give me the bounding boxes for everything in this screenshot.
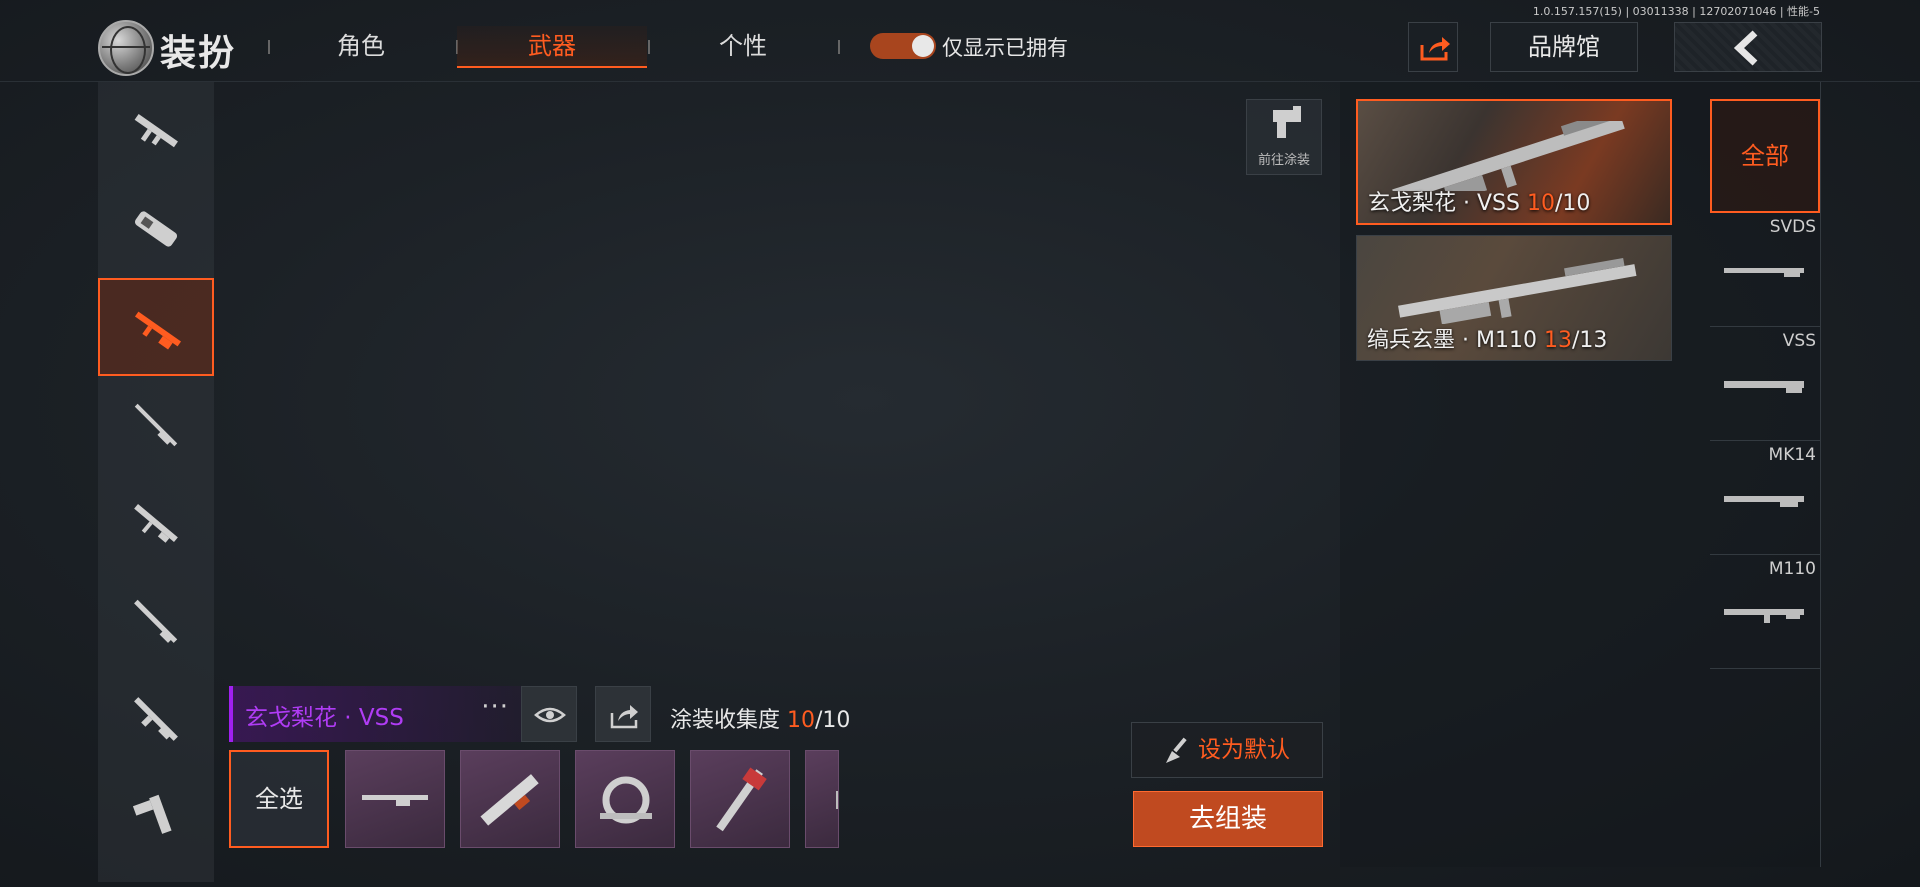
go-to-paint-button[interactable]: 前往涂装	[1246, 99, 1322, 175]
vss-rifle-part-icon	[362, 795, 428, 806]
category-vss[interactable]: VSS	[1710, 327, 1820, 441]
category-label: VSS	[1782, 331, 1816, 351]
brand-hall-button[interactable]: 品牌馆	[1490, 22, 1638, 72]
stock-part-icon	[480, 774, 539, 826]
part-slot[interactable]	[690, 750, 790, 848]
page-title: 装扮	[160, 33, 237, 74]
category-svds[interactable]: SVDS	[1710, 213, 1820, 327]
marksman-rifle-icon	[134, 311, 182, 350]
scope-part-icon	[600, 776, 652, 824]
light-machine-gun-icon	[134, 697, 178, 741]
assault-rifle-icon	[134, 113, 178, 148]
divider	[838, 40, 840, 54]
divider	[1820, 82, 1821, 867]
share-icon	[610, 705, 638, 729]
partial-part-icon	[836, 791, 838, 809]
paint-collection-progress: 涂装收集度 10/10	[670, 708, 851, 733]
share-skin-button[interactable]	[595, 686, 651, 742]
mk14-icon	[1724, 496, 1804, 507]
skin-card-title: 玄戈梨花 · VSS 10/10	[1368, 191, 1591, 216]
category-label: M110	[1768, 559, 1816, 579]
part-slot[interactable]	[345, 750, 445, 848]
toggle-knob	[912, 35, 934, 57]
skin-card[interactable]: 缟兵玄墨 · M110 13/13	[1356, 235, 1672, 361]
pistol-icon	[132, 794, 172, 834]
owned-only-label: 仅显示已拥有	[942, 36, 1068, 60]
set-default-label: 设为默认	[1198, 737, 1290, 763]
skin-card[interactable]: 玄戈梨花 · VSS 10/10	[1356, 99, 1672, 225]
category-mk14[interactable]: MK14	[1710, 441, 1820, 555]
preview-button[interactable]	[521, 686, 577, 742]
category-label: MK14	[1768, 445, 1816, 465]
share-icon	[1420, 37, 1450, 61]
tab-weapon[interactable]: 武器	[457, 26, 647, 68]
smg-p90-icon	[134, 211, 178, 247]
eye-icon	[534, 707, 566, 723]
globe-logo-icon	[98, 20, 154, 76]
share-button[interactable]	[1408, 22, 1458, 72]
weapon-type-marksman[interactable]	[98, 278, 214, 376]
tab-personality[interactable]: 个性	[648, 26, 838, 68]
shotgun-icon	[134, 599, 178, 643]
category-all[interactable]: 全部	[1710, 99, 1820, 213]
category-label: SVDS	[1769, 217, 1816, 237]
weapon-type-assault-rifle[interactable]	[98, 82, 214, 180]
weapon-type-pistol[interactable]	[98, 768, 214, 866]
weapon-type-shotgun[interactable]	[98, 572, 214, 670]
go-to-paint-label: 前往涂装	[1257, 153, 1310, 168]
broom-icon	[1166, 737, 1187, 763]
part-slot[interactable]	[575, 750, 675, 848]
category-m110[interactable]: M110	[1710, 555, 1820, 669]
barrel-part-icon	[716, 767, 767, 832]
top-bar: 装扮 角色 武器 个性 仅显示已拥有 品牌馆	[0, 0, 1920, 82]
back-chevron-icon	[1733, 30, 1758, 66]
select-all-button[interactable]: 全选	[229, 750, 329, 848]
owned-only-toggle[interactable]	[870, 33, 936, 59]
part-slot[interactable]	[460, 750, 560, 848]
vss-rifle-image	[1392, 121, 1625, 191]
current-skin-name: 玄戈梨花 · VSS	[245, 705, 404, 731]
weapon-type-lmg[interactable]	[98, 670, 214, 768]
m110-rifle-image	[1398, 257, 1637, 324]
assault-rifle-icon	[134, 503, 178, 543]
assemble-button[interactable]: 去组装	[1133, 791, 1323, 847]
sniper-rifle-icon	[134, 403, 178, 447]
current-skin-banner: 玄戈梨花 · VSS ···	[229, 686, 521, 742]
weapon-type-list	[98, 82, 214, 882]
svds-icon	[1724, 268, 1804, 277]
weapon-type-rifle[interactable]	[98, 474, 214, 572]
weapon-type-smg[interactable]	[98, 180, 214, 278]
m110-icon	[1724, 609, 1804, 623]
vss-icon	[1724, 381, 1804, 393]
weapon-type-sniper[interactable]	[98, 376, 214, 474]
more-options-button[interactable]: ···	[481, 692, 509, 722]
back-button[interactable]	[1674, 22, 1822, 72]
part-slot[interactable]	[805, 750, 839, 848]
tab-character[interactable]: 角色	[266, 26, 456, 68]
skin-card-title: 缟兵玄墨 · M110 13/13	[1367, 328, 1608, 353]
spray-gun-icon	[1273, 106, 1301, 138]
set-default-button[interactable]: 设为默认	[1131, 722, 1323, 778]
